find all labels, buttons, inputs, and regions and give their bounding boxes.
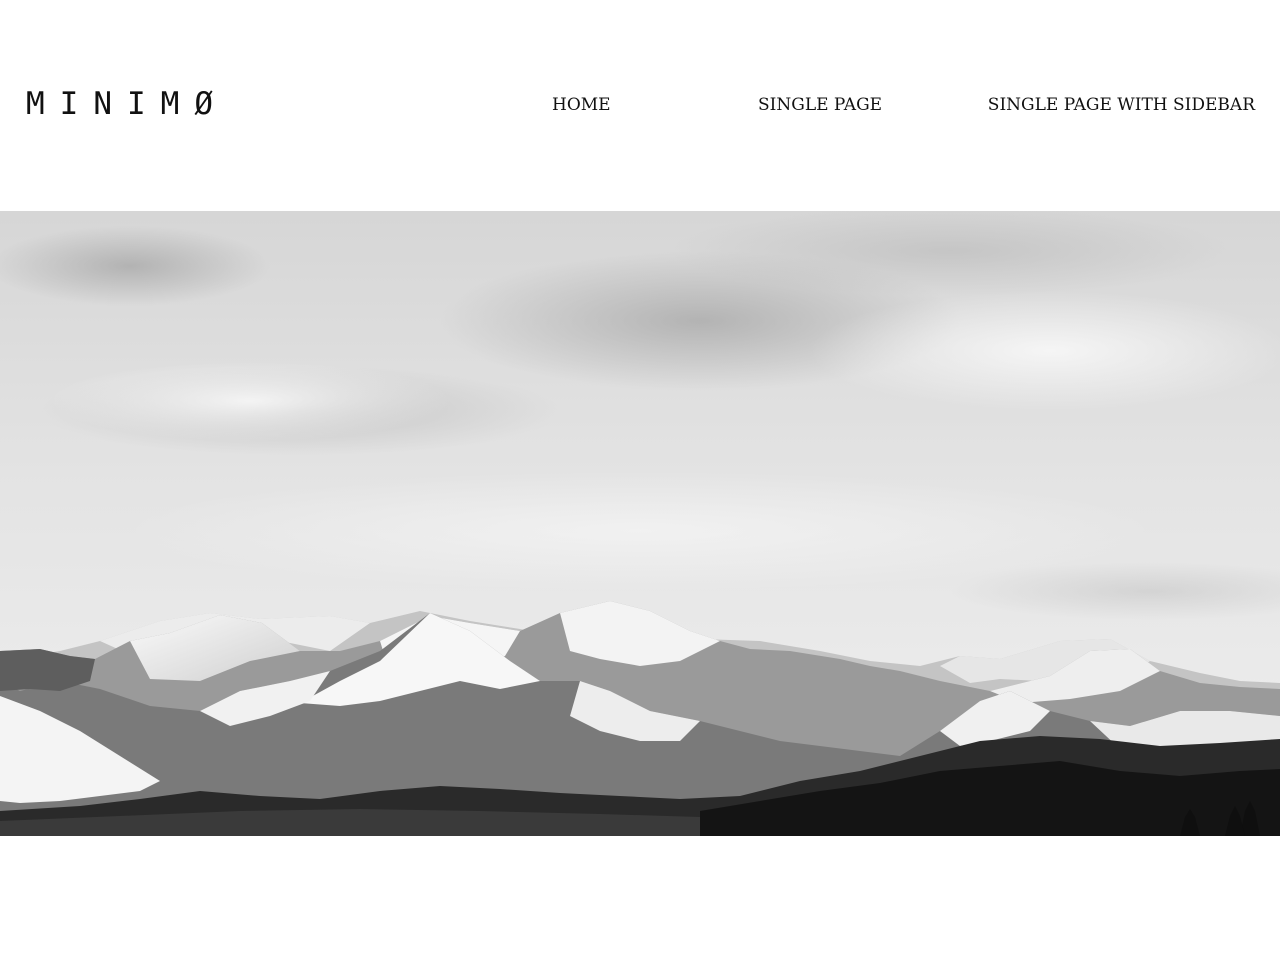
hero-image — [0, 211, 1280, 836]
nav-link-single-page[interactable]: SINGLE PAGE — [758, 95, 882, 115]
mountain-landscape-icon — [0, 211, 1280, 836]
site-header: MINIMØ HOME SINGLE PAGE SINGLE PAGE WITH… — [0, 0, 1280, 211]
page: MINIMØ HOME SINGLE PAGE SINGLE PAGE WITH… — [0, 0, 1280, 960]
nav-link-single-page-with-sidebar[interactable]: SINGLE PAGE WITH SIDEBAR — [988, 95, 1255, 115]
nav-link-home[interactable]: HOME — [552, 95, 611, 115]
site-logo[interactable]: MINIMØ — [26, 86, 228, 122]
